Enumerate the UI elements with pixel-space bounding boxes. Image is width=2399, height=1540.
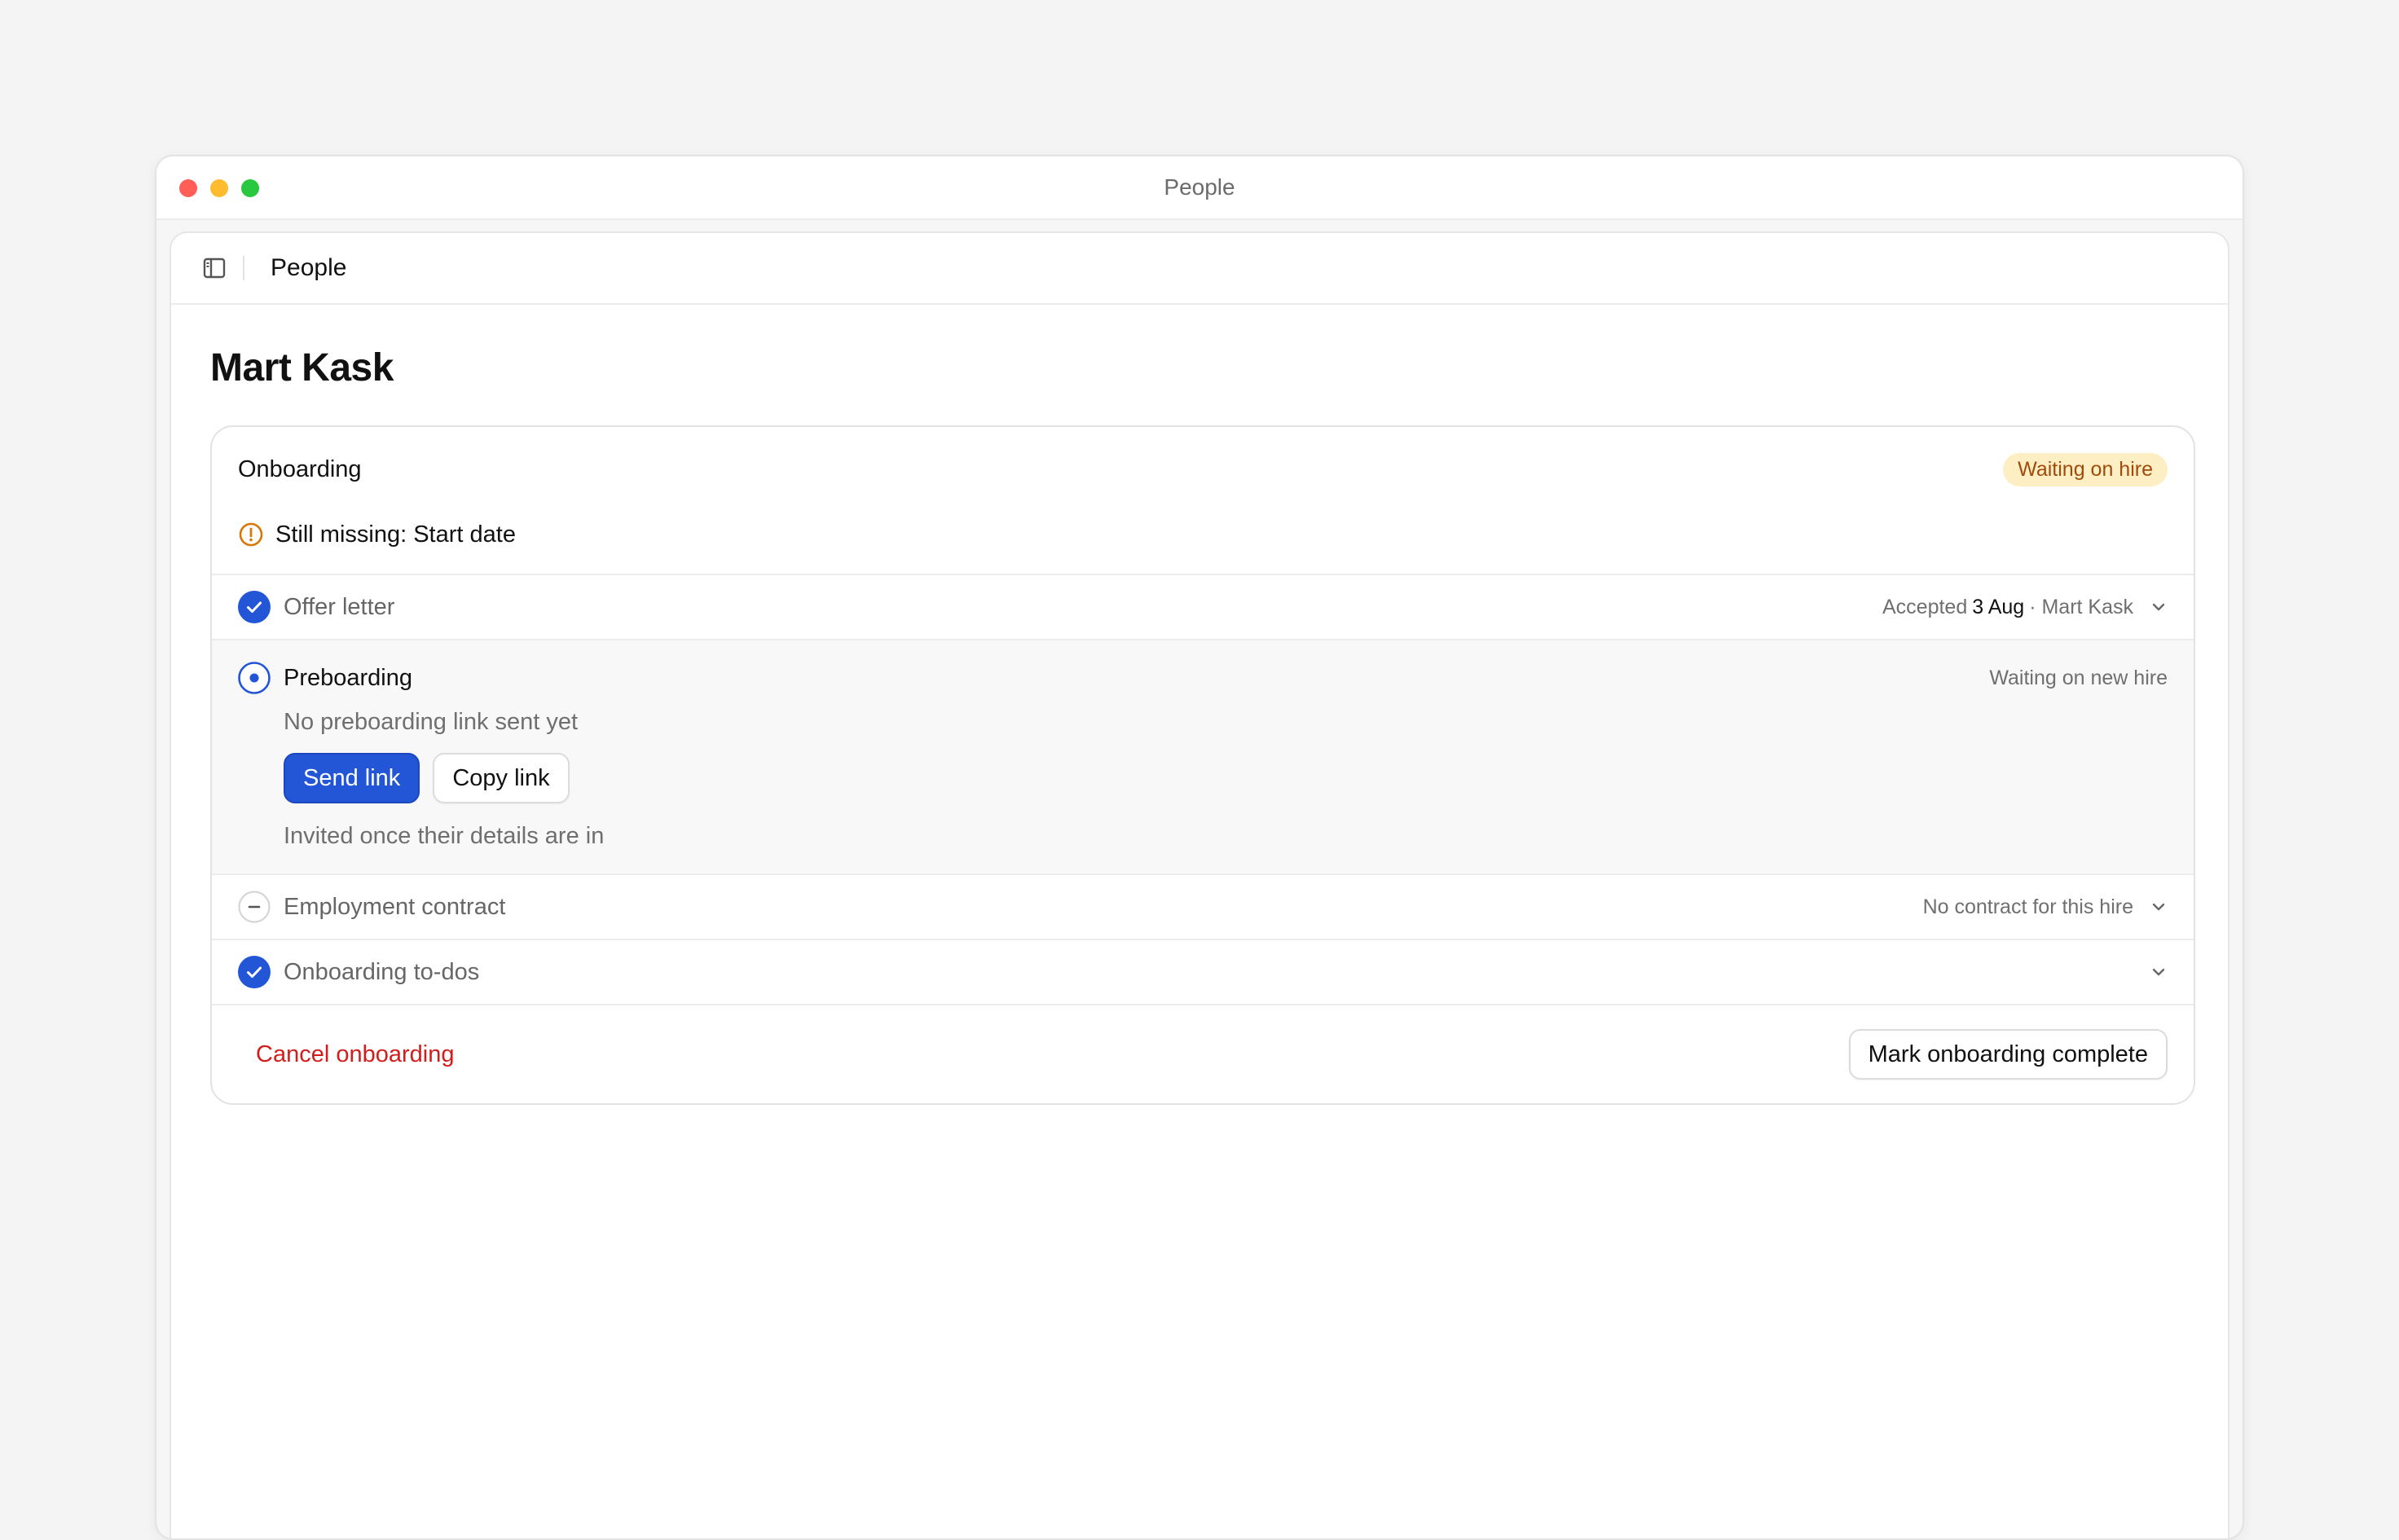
mark-complete-button[interactable]: Mark onboarding complete [1848, 1029, 2168, 1080]
check-circle-icon [238, 591, 271, 623]
step-preboarding-body: No preboarding link sent yet Send link C… [238, 706, 2168, 852]
chevron-down-icon[interactable] [2150, 598, 2168, 616]
warning-icon [238, 521, 264, 548]
step-label: Offer letter [284, 593, 395, 620]
onboarding-header: Onboarding Waiting on hire [212, 427, 2194, 512]
skipped-icon [238, 891, 271, 923]
missing-info-row: Still missing: Start date [212, 512, 2194, 575]
breadcrumb[interactable]: People [271, 254, 346, 282]
step-preboarding-header[interactable]: Preboarding Waiting on new hire [238, 660, 2168, 696]
main-content: Mart Kask Onboarding Waiting on hire Sti… [171, 305, 2228, 1105]
check-circle-icon [238, 956, 271, 988]
chevron-down-icon[interactable] [2150, 963, 2168, 981]
onboarding-card: Onboarding Waiting on hire Still missing… [210, 425, 2195, 1105]
app-content: People Mart Kask Onboarding Waiting on h… [169, 231, 2230, 1538]
preboarding-note: Invited once their details are in [284, 823, 605, 849]
in-progress-icon [238, 662, 271, 694]
step-meta: No contract for this hire [1922, 895, 2133, 918]
step-label: Onboarding to-dos [284, 958, 480, 985]
cancel-onboarding-button[interactable]: Cancel onboarding [256, 1041, 454, 1068]
step-offer-letter[interactable]: Offer letter Accepted 3 Aug · Mart Kask [212, 575, 2194, 640]
missing-info-text: Still missing: Start date [275, 521, 516, 548]
step-meta: Accepted 3 Aug · Mart Kask [1882, 596, 2133, 619]
step-label: Employment contract [284, 893, 506, 920]
step-meta-prefix: Accepted [1882, 595, 1968, 618]
step-onboarding-todos[interactable]: Onboarding to-dos [212, 940, 2194, 1005]
sidebar-toggle-button[interactable] [202, 256, 227, 280]
preboarding-actions: Send link Copy link [284, 753, 2168, 803]
page-title: Mart Kask [210, 346, 394, 389]
step-meta-date: 3 Aug [1972, 595, 2025, 618]
onboarding-footer: Cancel onboarding Mark onboarding comple… [212, 1005, 2194, 1103]
step-meta: Waiting on new hire [1989, 666, 2168, 689]
step-label: Preboarding [284, 664, 412, 691]
step-preboarding: Preboarding Waiting on new hire No prebo… [212, 640, 2194, 875]
window-title: People [1164, 174, 1235, 200]
sidebar-icon [203, 257, 226, 279]
status-badge: Waiting on hire [2003, 452, 2168, 486]
copy-link-button[interactable]: Copy link [433, 753, 570, 803]
chevron-down-icon[interactable] [2150, 898, 2168, 916]
app-window: People People Mart Kask Onboarding Waiti… [155, 155, 2244, 1540]
title-bar: People [156, 156, 2243, 220]
toolbar: People [171, 233, 2228, 305]
send-link-button[interactable]: Send link [284, 753, 420, 803]
onboarding-title: Onboarding [238, 455, 362, 482]
preboarding-hint: No preboarding link sent yet [284, 709, 579, 735]
step-meta-suffix: · Mart Kask [2029, 595, 2133, 618]
step-employment-contract[interactable]: Employment contract No contract for this… [212, 875, 2194, 940]
toolbar-divider [243, 256, 244, 280]
